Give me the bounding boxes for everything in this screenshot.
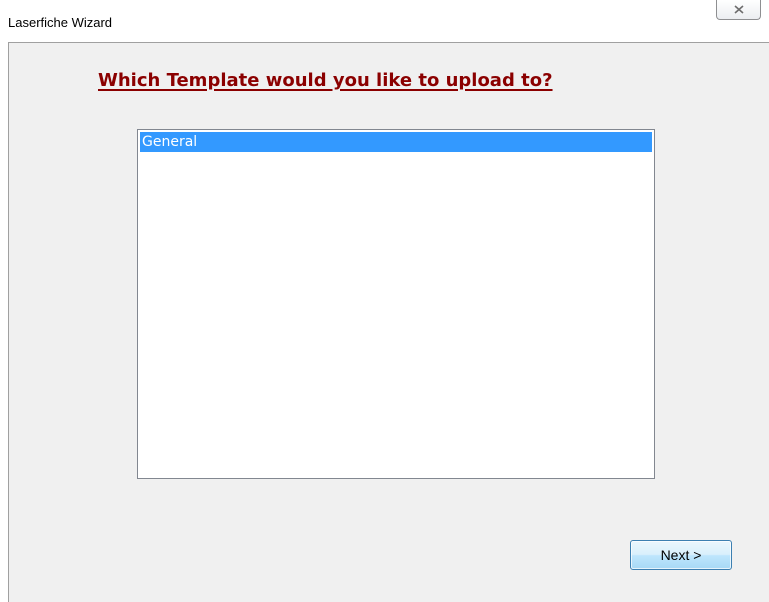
- close-icon: [733, 5, 744, 14]
- template-listbox[interactable]: General: [137, 129, 655, 479]
- close-button[interactable]: [716, 0, 761, 20]
- next-button[interactable]: Next >: [630, 540, 732, 570]
- page-heading: Which Template would you like to upload …: [98, 70, 553, 91]
- window-title: Laserfiche Wizard: [8, 15, 113, 30]
- wizard-window: Laserfiche Wizard Which Template would y…: [0, 0, 769, 602]
- template-list-item[interactable]: General: [140, 132, 652, 152]
- title-bar: Laserfiche Wizard: [0, 0, 769, 42]
- wizard-content: Which Template would you like to upload …: [8, 42, 769, 602]
